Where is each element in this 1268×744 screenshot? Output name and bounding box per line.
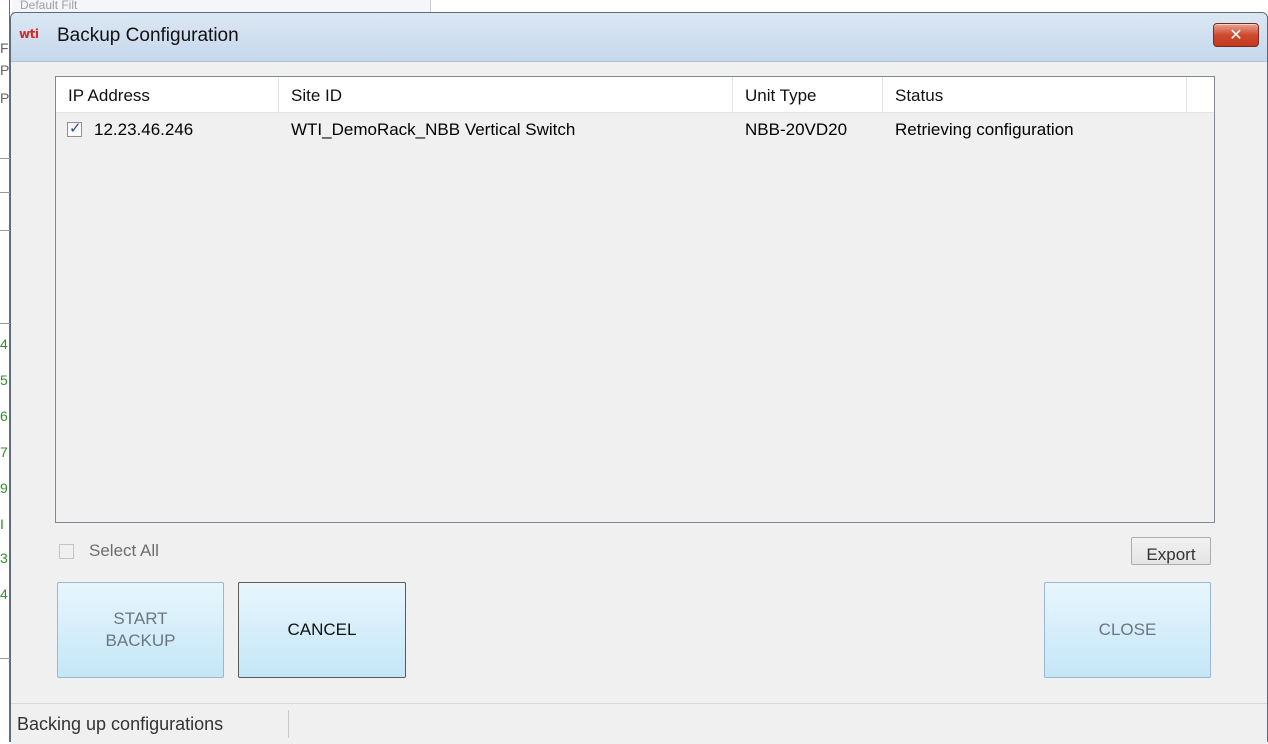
background-glyph: 6 [0, 408, 8, 424]
start-backup-label-line2: BACKUP [105, 631, 176, 650]
title-bar[interactable]: wti Backup Configuration ✕ [11, 13, 1267, 62]
select-all-checkbox[interactable] [59, 544, 74, 559]
row-site-id: WTI_DemoRack_NBB Vertical Switch [291, 120, 576, 139]
select-all-label: Select All [89, 541, 159, 560]
start-backup-button[interactable]: START BACKUP [57, 582, 224, 678]
row-checkbox[interactable] [67, 119, 82, 137]
row-status: Retrieving configuration [895, 120, 1074, 139]
background-glyph: 7 [0, 444, 8, 460]
status-divider [288, 710, 289, 738]
background-glyph: 4 [0, 336, 8, 352]
status-text: Backing up configurations [17, 714, 224, 734]
background-glyph: 4 [0, 586, 8, 602]
background-glyph: F [0, 40, 9, 56]
backup-device-list[interactable]: IP Address Site ID Unit Type Status 12.2… [55, 76, 1215, 523]
column-header-unit-type[interactable]: Unit Type [733, 77, 883, 112]
column-header-status[interactable]: Status [883, 77, 1187, 112]
close-window-icon[interactable]: ✕ [1213, 23, 1259, 47]
list-header: IP Address Site ID Unit Type Status [56, 77, 1214, 113]
background-glyph: 3 [0, 550, 8, 566]
column-header-site-id[interactable]: Site ID [279, 77, 733, 112]
background-glyph: 9 [0, 480, 8, 496]
window-title: Backup Configuration [57, 25, 239, 46]
background-glyph: 5 [0, 372, 8, 388]
status-bar: Backing up configurations [11, 703, 1267, 744]
row-unit-type: NBB-20VD20 [745, 120, 848, 139]
column-header-ip-address[interactable]: IP Address [56, 77, 279, 112]
background-glyph: P [0, 90, 10, 106]
background-glyph: P [0, 62, 10, 78]
start-backup-label-line1: START [113, 609, 168, 628]
row-ip-address: 12.23.46.246 [94, 120, 194, 139]
cancel-button[interactable]: CANCEL [238, 582, 406, 678]
export-button[interactable]: Export [1131, 537, 1211, 565]
close-button[interactable]: CLOSE [1044, 582, 1211, 678]
wti-logo: wti [19, 27, 39, 41]
backup-configuration-dialog: wti Backup Configuration ✕ IP Address Si… [10, 12, 1268, 744]
table-row[interactable]: 12.23.46.246 WTI_DemoRack_NBB Vertical S… [56, 113, 1214, 145]
background-glyph: I [0, 516, 4, 532]
